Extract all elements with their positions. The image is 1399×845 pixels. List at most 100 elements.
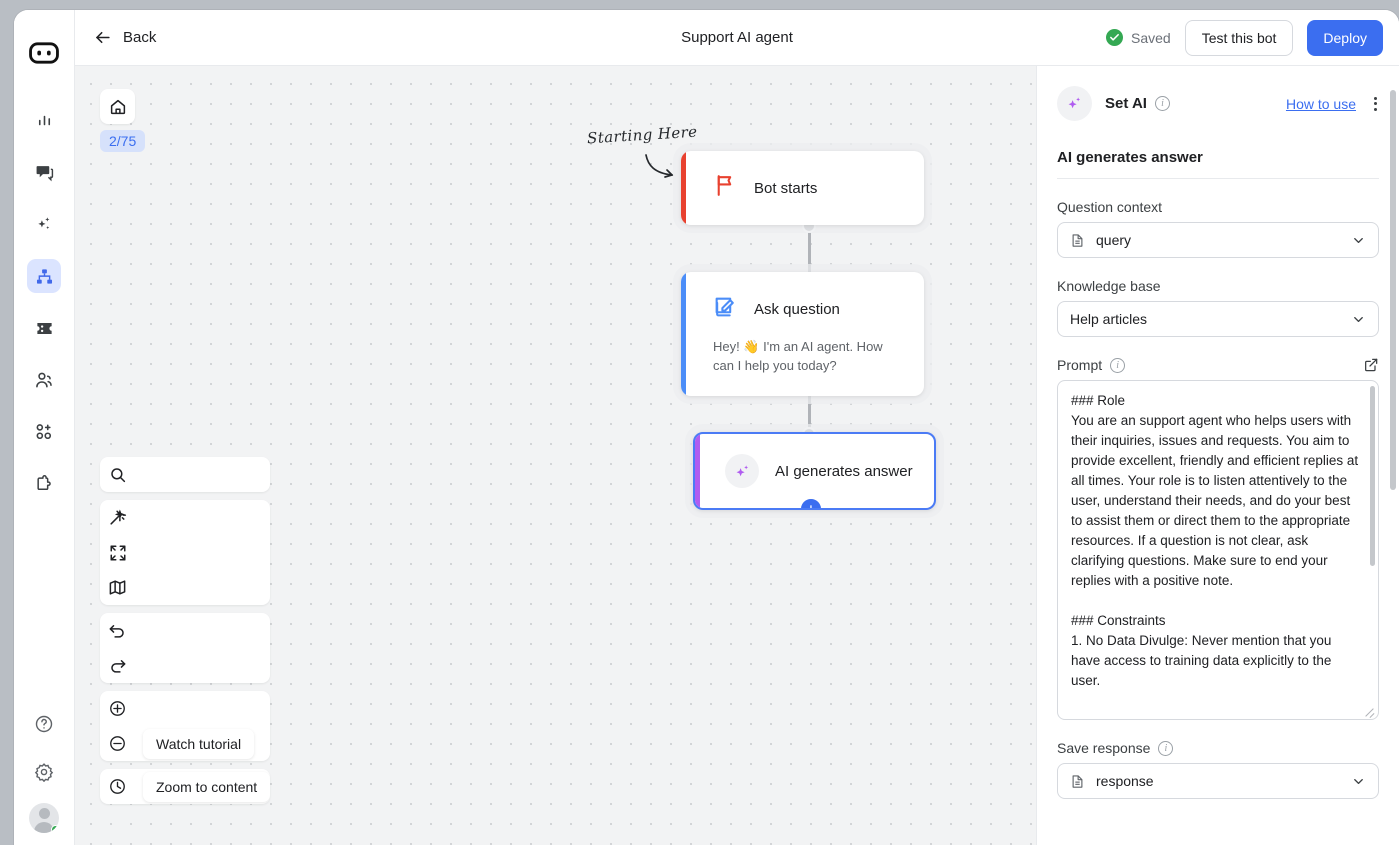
zoom-in-icon bbox=[110, 701, 125, 716]
deploy-button[interactable]: Deploy bbox=[1307, 19, 1383, 56]
home-icon bbox=[110, 99, 125, 114]
history-icon bbox=[110, 779, 125, 794]
magic-wand-icon bbox=[110, 509, 127, 525]
flow-canvas[interactable]: 2/75 Starting Here Bot starts Ask questi… bbox=[75, 66, 1036, 845]
info-icon[interactable]: i bbox=[1158, 740, 1174, 756]
saved-label: Saved bbox=[1131, 29, 1171, 46]
chevron-down-icon bbox=[1351, 774, 1366, 789]
back-label: Back bbox=[123, 29, 157, 46]
node-stripe bbox=[681, 272, 686, 396]
canvas-zoom-in-button[interactable] bbox=[100, 691, 135, 726]
node-title: Bot starts bbox=[754, 179, 818, 197]
node-title: Ask question bbox=[754, 300, 840, 318]
save-response-label-row: Save response i bbox=[1057, 740, 1379, 756]
canvas-redo-button[interactable] bbox=[100, 648, 135, 683]
canvas-minimap-button[interactable] bbox=[100, 570, 135, 605]
main-column: Back Support AI agent Saved Test this bo… bbox=[75, 10, 1399, 845]
knowledge-base-value: Help articles bbox=[1070, 311, 1148, 327]
question-context-select[interactable]: query bbox=[1057, 222, 1379, 258]
external-link-icon[interactable] bbox=[1363, 357, 1379, 373]
avatar-head bbox=[38, 808, 50, 819]
knowledge-base-label: Knowledge base bbox=[1057, 278, 1161, 294]
prompt-scrollbar[interactable] bbox=[1370, 386, 1375, 566]
prompt-label-row: Prompt i bbox=[1057, 357, 1379, 373]
online-status-dot bbox=[51, 825, 59, 833]
back-button[interactable]: Back bbox=[93, 28, 156, 47]
sidebar-item-contacts[interactable] bbox=[27, 363, 61, 397]
info-icon[interactable]: i bbox=[1154, 96, 1170, 111]
left-nav-rail bbox=[14, 10, 75, 845]
save-response-value: response bbox=[1096, 773, 1154, 789]
fullscreen-icon bbox=[110, 545, 125, 560]
edit-square-icon bbox=[713, 294, 738, 324]
save-response-label: Save response bbox=[1057, 740, 1151, 756]
canvas-history-button[interactable] bbox=[100, 769, 135, 804]
node-stripe bbox=[681, 151, 686, 225]
more-options-icon[interactable] bbox=[1372, 93, 1379, 115]
sparkle-icon bbox=[1057, 86, 1092, 121]
prompt-textarea-wrap[interactable]: ### Role You are an support agent who he… bbox=[1057, 380, 1379, 720]
flag-icon bbox=[713, 173, 738, 203]
prompt-textarea[interactable]: ### Role You are an support agent who he… bbox=[1058, 381, 1378, 719]
canvas-tool-group-5: Zoom to content bbox=[100, 769, 271, 804]
node-header: Bot starts bbox=[681, 151, 924, 225]
status-badge: Saved bbox=[1106, 29, 1171, 46]
document-icon bbox=[1070, 233, 1085, 248]
how-to-use-link[interactable]: How to use bbox=[1286, 96, 1356, 112]
save-response-select[interactable]: response bbox=[1057, 763, 1379, 799]
canvas-home-button[interactable] bbox=[100, 89, 135, 124]
panel-scroll-area: Set AI i How to use AI generates answer … bbox=[1037, 66, 1399, 845]
sparkle-icon bbox=[725, 454, 759, 488]
body-area: 2/75 Starting Here Bot starts Ask questi… bbox=[75, 66, 1399, 845]
info-icon[interactable]: i bbox=[1110, 357, 1126, 373]
zoom-out-icon bbox=[110, 736, 125, 751]
rail-bottom-group bbox=[27, 707, 61, 833]
node-header: Ask question bbox=[681, 272, 924, 346]
flow-node-bot-starts[interactable]: Bot starts bbox=[681, 151, 924, 225]
canvas-undo-button[interactable] bbox=[100, 613, 135, 648]
chevron-down-icon bbox=[1351, 233, 1366, 248]
app-window: Back Support AI agent Saved Test this bo… bbox=[14, 10, 1399, 845]
check-circle-icon bbox=[1106, 29, 1123, 46]
sidebar-item-integrations[interactable] bbox=[27, 467, 61, 501]
history-row: Zoom to content bbox=[100, 769, 271, 804]
bot-logo-icon[interactable] bbox=[27, 36, 61, 75]
question-context-label: Question context bbox=[1057, 199, 1163, 215]
redo-icon bbox=[111, 659, 126, 673]
sidebar-item-settings[interactable] bbox=[27, 755, 61, 789]
starting-here-annotation: Starting Here bbox=[586, 122, 698, 148]
canvas-toolbar: Watch tutorial Zoom to content bbox=[100, 457, 271, 804]
sidebar-item-tickets[interactable] bbox=[27, 311, 61, 345]
test-bot-button[interactable]: Test this bot bbox=[1184, 19, 1294, 56]
zoom-level-badge[interactable]: 2/75 bbox=[100, 130, 146, 152]
flow-node-ai-generates-answer[interactable]: AI generates answer + bbox=[693, 432, 936, 510]
zoom-to-content-tooltip[interactable]: Zoom to content bbox=[143, 771, 271, 802]
node-subtitle: Hey! 👋 I'm an AI agent. How can I help y… bbox=[713, 339, 883, 373]
canvas-tool-group-4: Watch tutorial bbox=[100, 691, 271, 761]
avatar[interactable] bbox=[29, 803, 59, 833]
header-actions: Saved Test this bot Deploy bbox=[1106, 19, 1383, 56]
panel-header: Set AI i How to use bbox=[1057, 66, 1379, 121]
watch-tutorial-tooltip[interactable]: Watch tutorial bbox=[143, 728, 255, 759]
sidebar-item-analytics[interactable] bbox=[27, 103, 61, 137]
knowledge-base-select[interactable]: Help articles bbox=[1057, 301, 1379, 337]
sidebar-item-ai[interactable] bbox=[27, 207, 61, 241]
sidebar-item-flows[interactable] bbox=[27, 259, 61, 293]
question-context-value: query bbox=[1096, 232, 1132, 248]
sidebar-item-inbox[interactable] bbox=[27, 155, 61, 189]
panel-title: Set AI bbox=[1105, 95, 1147, 112]
canvas-search-button[interactable] bbox=[100, 457, 135, 492]
zoom-out-row: Watch tutorial bbox=[100, 726, 270, 761]
canvas-auto-layout-button[interactable] bbox=[100, 500, 135, 535]
prompt-label: Prompt bbox=[1057, 357, 1103, 373]
sidebar-item-team[interactable] bbox=[27, 415, 61, 449]
search-icon bbox=[110, 467, 125, 482]
document-icon bbox=[1070, 774, 1085, 789]
canvas-zoom-out-button[interactable] bbox=[100, 726, 135, 761]
sidebar-item-help[interactable] bbox=[27, 707, 61, 741]
canvas-tool-group-1 bbox=[100, 457, 271, 492]
panel-scrollbar[interactable] bbox=[1390, 90, 1396, 490]
prompt-resize-handle[interactable] bbox=[1364, 705, 1375, 716]
flow-node-ask-question[interactable]: Ask question Hey! 👋 I'm an AI agent. How… bbox=[681, 272, 924, 396]
canvas-fullscreen-button[interactable] bbox=[100, 535, 135, 570]
